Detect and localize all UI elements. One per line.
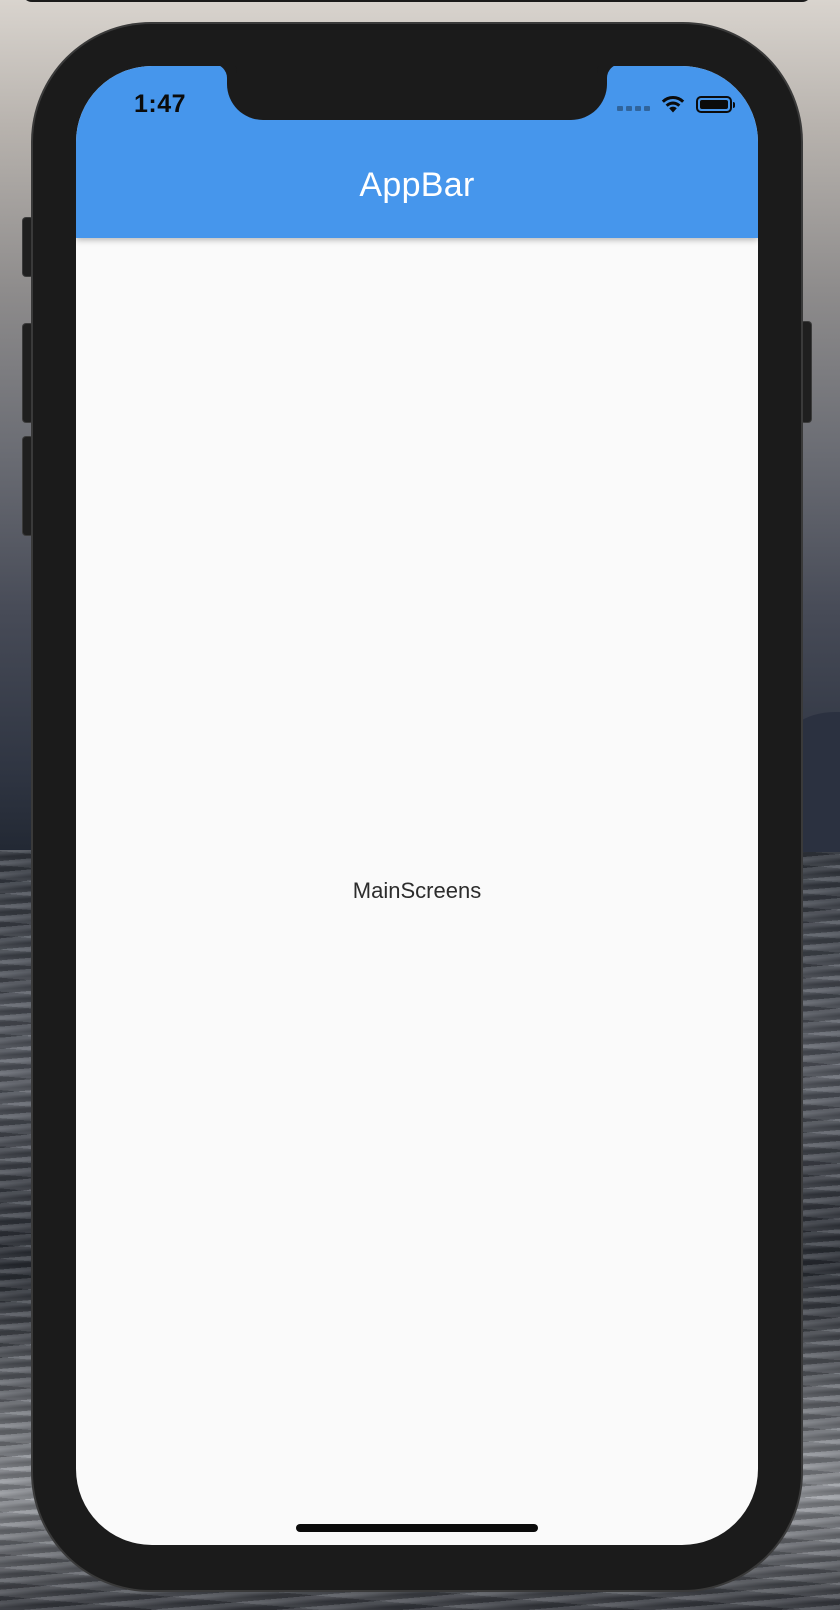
status-icons xyxy=(617,94,735,114)
status-time: 1:47 xyxy=(134,90,187,118)
volume-down-button[interactable] xyxy=(23,437,33,535)
wifi-icon xyxy=(661,95,685,113)
main-screen-text: MainScreens xyxy=(352,878,482,903)
volume-up-button[interactable] xyxy=(23,324,33,422)
phone-screen: 1:47 AppBar MainScreens xyxy=(76,66,758,1545)
home-indicator[interactable] xyxy=(296,1524,538,1532)
app-bar-title: AppBar xyxy=(359,166,475,204)
notch xyxy=(227,66,607,120)
mute-switch[interactable] xyxy=(23,218,33,276)
power-button[interactable] xyxy=(801,322,811,422)
device-edge xyxy=(22,0,812,2)
cellular-signal-icon xyxy=(617,98,650,111)
app-bar: 1:47 AppBar xyxy=(76,66,758,238)
battery-icon xyxy=(696,95,735,113)
